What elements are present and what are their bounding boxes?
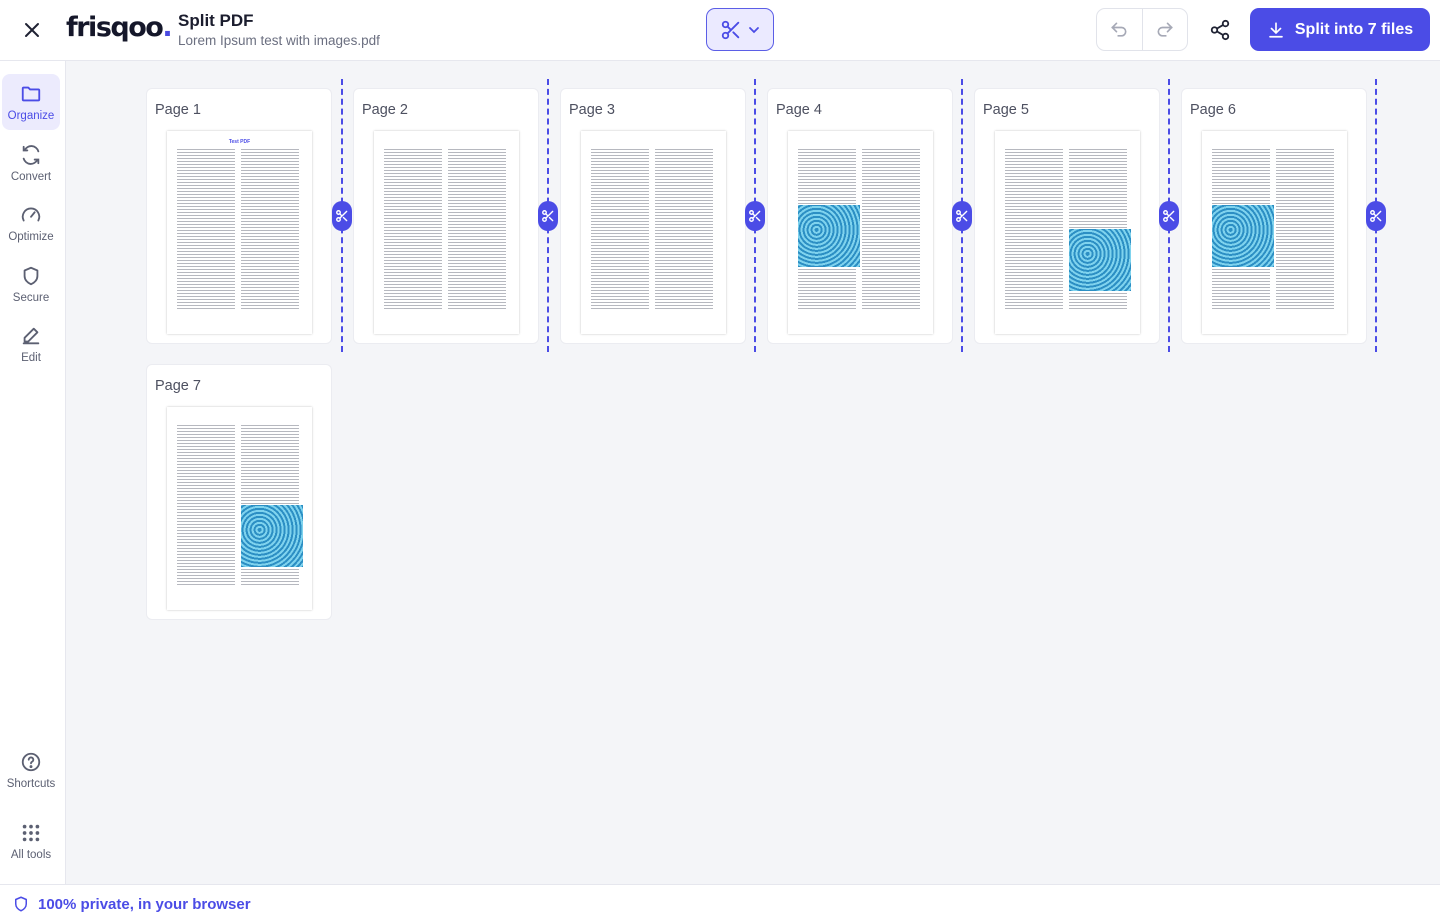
- file-name: Lorem Ipsum test with images.pdf: [178, 33, 380, 48]
- sidebar-item-shortcuts[interactable]: Shortcuts: [2, 742, 60, 798]
- refresh-icon: [22, 144, 40, 165]
- page-preview: [1202, 131, 1347, 334]
- close-icon: [25, 23, 39, 37]
- chevron-down-icon: [749, 26, 759, 33]
- embedded-image: [1212, 205, 1274, 267]
- page-label: Page 4: [776, 102, 822, 118]
- text-column: [862, 149, 920, 309]
- embedded-image: [1069, 229, 1131, 291]
- split-files-label: Split into 7 files: [1294, 20, 1414, 38]
- split-toggle-button[interactable]: [332, 201, 352, 231]
- page-preview: [374, 131, 519, 334]
- split-toggle-button[interactable]: [538, 201, 558, 231]
- split-toggle-button[interactable]: [1366, 201, 1386, 231]
- document-title-block: Split PDF Lorem Ipsum test with images.p…: [178, 11, 380, 48]
- sidebar-item-all-tools[interactable]: All tools: [2, 813, 60, 869]
- sidebar-item-label: Organize: [7, 109, 55, 122]
- page-preview: [788, 131, 933, 334]
- page-thumbnail-5[interactable]: Page 5: [974, 88, 1160, 344]
- share-button[interactable]: [1200, 10, 1240, 50]
- page-thumbnail-1[interactable]: Page 1 Test PDF: [146, 88, 332, 344]
- redo-icon: [1157, 22, 1173, 37]
- text-column: [177, 149, 235, 309]
- scissors-icon: [1370, 210, 1382, 222]
- page-thumbnail-3[interactable]: Page 3: [560, 88, 746, 344]
- page-label: Page 6: [1190, 102, 1236, 118]
- privacy-footer: 100% private, in your browser: [0, 884, 1440, 923]
- text-column: [1005, 149, 1063, 309]
- sidebar-item-label: All tools: [10, 848, 52, 861]
- page-label: Page 7: [155, 378, 201, 394]
- gauge-icon: [21, 207, 41, 221]
- sidebar-item-optimize[interactable]: Optimize: [2, 195, 60, 251]
- scissors-icon: [749, 210, 761, 222]
- split-toggle-button[interactable]: [1159, 201, 1179, 231]
- text-column: [384, 149, 442, 309]
- page-thumbnail-6[interactable]: Page 6: [1181, 88, 1367, 344]
- page-label: Page 3: [569, 102, 615, 118]
- page-label: Page 5: [983, 102, 1029, 118]
- sidebar-item-label: Edit: [21, 351, 41, 364]
- undo-icon: [1111, 22, 1127, 37]
- split-files-button[interactable]: Split into 7 files: [1250, 8, 1430, 51]
- sidebar-item-secure[interactable]: Secure: [2, 256, 60, 312]
- text-column: [448, 149, 506, 309]
- scissors-icon: [956, 210, 968, 222]
- text-column: [177, 425, 235, 585]
- scissors-icon: [542, 210, 554, 222]
- split-mode-dropdown[interactable]: [706, 8, 774, 51]
- page-thumbnail-2[interactable]: Page 2: [353, 88, 539, 344]
- undo-button[interactable]: [1097, 9, 1142, 50]
- embedded-image: [798, 205, 860, 267]
- app-logo[interactable]: frisqoo.: [66, 12, 173, 43]
- question-icon: [21, 752, 41, 771]
- page-thumbnail-7[interactable]: Page 7: [146, 364, 332, 620]
- sidebar-item-label: Optimize: [8, 230, 54, 243]
- text-column: [655, 149, 713, 309]
- tool-title: Split PDF: [178, 11, 254, 30]
- split-toggle-button[interactable]: [952, 201, 972, 231]
- privacy-text: 100% private, in your browser: [38, 895, 251, 913]
- page-preview: [581, 131, 726, 334]
- share-icon: [1210, 19, 1230, 41]
- sidebar-item-label: Shortcuts: [6, 777, 56, 790]
- document-heading: Test PDF: [228, 139, 251, 145]
- download-icon: [1269, 21, 1283, 38]
- pencil-icon: [22, 327, 40, 344]
- text-column: [241, 149, 299, 309]
- embedded-image: [241, 505, 303, 567]
- sidebar-item-label: Convert: [10, 170, 52, 183]
- page-preview: [167, 407, 312, 610]
- sidebar-item-label: Secure: [12, 291, 50, 304]
- sidebar: Organize Convert Optimize Secure Edit Sh…: [0, 61, 66, 884]
- close-button[interactable]: [16, 14, 48, 46]
- text-column: [591, 149, 649, 309]
- shield-icon: [15, 896, 27, 912]
- page-thumbnail-4[interactable]: Page 4: [767, 88, 953, 344]
- page-label: Page 2: [362, 102, 408, 118]
- sidebar-item-convert[interactable]: Convert: [2, 135, 60, 191]
- page-preview: [995, 131, 1140, 334]
- scissors-icon: [336, 210, 348, 222]
- shield-icon: [23, 266, 39, 285]
- folder-icon: [21, 86, 41, 101]
- split-toggle-button[interactable]: [745, 201, 765, 231]
- page-label: Page 1: [155, 102, 201, 118]
- grid-dots-icon: [22, 824, 40, 841]
- sidebar-item-organize[interactable]: Organize: [2, 74, 60, 130]
- redo-button[interactable]: [1141, 9, 1188, 50]
- scissors-icon: [721, 20, 740, 39]
- page-preview: Test PDF: [167, 131, 312, 334]
- scissors-icon: [1163, 210, 1175, 222]
- text-column: [1276, 149, 1334, 309]
- history-controls: [1096, 8, 1188, 51]
- top-bar: frisqoo. Split PDF Lorem Ipsum test with…: [0, 0, 1440, 61]
- page-canvas: Page 1 Test PDF Page 2 Page 3 Page 4 Pag…: [66, 61, 1440, 884]
- sidebar-item-edit[interactable]: Edit: [2, 316, 60, 372]
